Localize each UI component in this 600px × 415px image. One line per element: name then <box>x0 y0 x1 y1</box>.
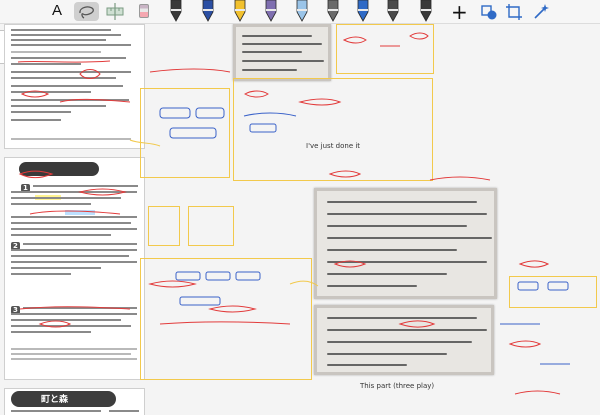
ink-layer <box>17 32 570 395</box>
lasso-icon <box>79 6 94 19</box>
pen-button-1[interactable] <box>168 0 184 22</box>
pen-button-4[interactable] <box>263 0 279 22</box>
pen-icon <box>296 0 308 22</box>
pen-button-7[interactable] <box>355 0 371 22</box>
pen-icon <box>420 0 432 22</box>
wand-icon <box>534 4 549 19</box>
lasso-tool-button[interactable] <box>74 2 99 21</box>
wand-tool-button[interactable] <box>532 3 550 21</box>
sticker-tool-button[interactable] <box>139 4 149 18</box>
shape-icon <box>481 5 497 20</box>
pen-button-6[interactable] <box>325 0 341 22</box>
notebook-canvas[interactable]: ‹ 1 2 <box>0 24 600 415</box>
pen-icon <box>387 0 399 22</box>
ruler-tool-button[interactable] <box>105 2 125 21</box>
pen-icon <box>357 0 369 22</box>
pen-button-3[interactable] <box>232 0 248 22</box>
pen-icon <box>202 0 214 22</box>
pen-icon <box>234 0 246 22</box>
pen-icon <box>170 0 182 22</box>
shape-tool-button[interactable] <box>480 3 498 21</box>
pen-button-2[interactable] <box>200 0 216 22</box>
crop-tool-button[interactable] <box>505 3 523 21</box>
pen-button-5[interactable] <box>294 0 310 22</box>
add-pen-button[interactable]: + <box>451 0 468 24</box>
pen-icon <box>265 0 277 22</box>
text-tool-button[interactable]: A <box>52 2 62 19</box>
ruler-icon <box>106 3 124 20</box>
toolbar: A + <box>0 0 600 24</box>
pen-button-9[interactable] <box>418 0 434 22</box>
crop-icon <box>506 4 522 20</box>
pen-button-8[interactable] <box>385 0 401 22</box>
pen-icon <box>327 0 339 22</box>
